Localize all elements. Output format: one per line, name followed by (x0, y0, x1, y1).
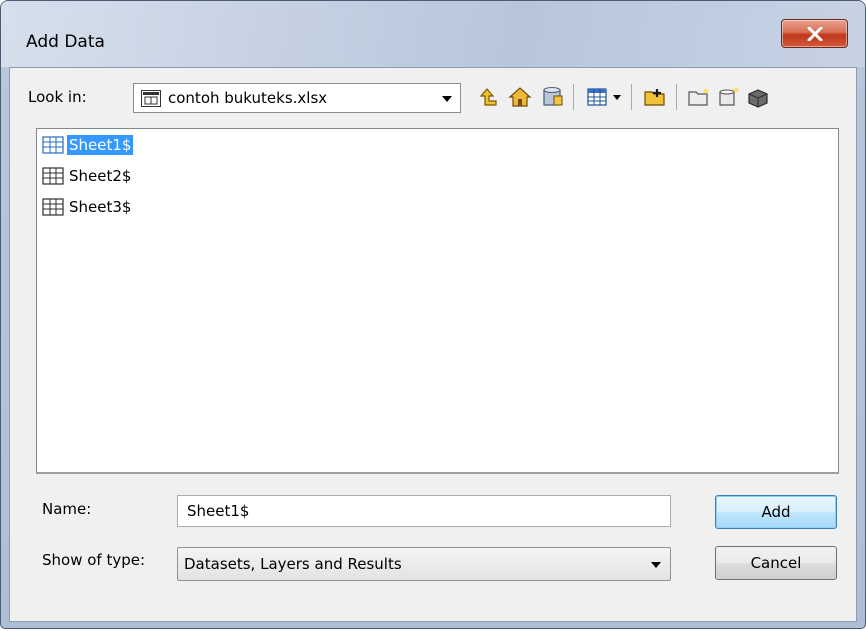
excel-file-icon (141, 90, 161, 107)
toolbar-separator (676, 84, 677, 110)
table-icon (42, 167, 64, 185)
cancel-button[interactable]: Cancel (715, 546, 837, 580)
name-label: Name: (42, 500, 92, 518)
home-button[interactable] (507, 83, 533, 111)
new-toolbox-button[interactable] (745, 83, 771, 111)
catalog-button[interactable] (540, 83, 566, 111)
chevron-down-icon (651, 562, 661, 568)
list-item[interactable]: Sheet3$ (42, 195, 133, 219)
new-folder-icon (688, 88, 709, 106)
look-in-dropdown[interactable]: contoh bukuteks.xlsx (133, 83, 461, 113)
view-button[interactable] (584, 83, 610, 111)
list-item[interactable]: Sheet2$ (42, 164, 133, 188)
close-button[interactable] (781, 19, 848, 48)
chevron-down-icon (442, 96, 452, 102)
up-one-level-button[interactable] (475, 83, 501, 111)
close-icon (807, 26, 822, 41)
show-of-type-label: Show of type: (42, 551, 146, 569)
toolbar-separator (573, 84, 574, 110)
dialog-body: Look in: contoh bukuteks.xlsx Sheet1$ Sh… (9, 67, 857, 622)
up-one-level-icon (479, 88, 497, 106)
list-item-label: Sheet3$ (69, 198, 132, 216)
name-input[interactable]: Sheet1$ (177, 495, 671, 527)
new-toolbox-icon (748, 89, 768, 108)
table-icon (42, 198, 64, 216)
chevron-down-icon (613, 94, 621, 100)
connect-folder-icon (644, 89, 665, 106)
file-list[interactable]: Sheet1$ Sheet2$ Sheet3$ (36, 128, 839, 474)
connect-folder-button[interactable] (642, 83, 668, 111)
table-icon (42, 136, 64, 154)
catalog-icon (543, 87, 563, 106)
show-of-type-dropdown[interactable]: Datasets, Layers and Results (177, 547, 671, 581)
list-item-label: Sheet2$ (69, 167, 132, 185)
window-title: Add Data (26, 32, 105, 52)
title-bar[interactable]: Add Data (1, 1, 865, 67)
new-geodatabase-button[interactable] (716, 83, 742, 111)
look-in-label: Look in: (28, 88, 87, 106)
name-input-value: Sheet1$ (187, 502, 250, 520)
list-item-label: Sheet1$ (67, 135, 134, 155)
view-menu-icon (587, 88, 607, 106)
dialog-window: Add Data Look in: contoh bukuteks.xlsx S… (0, 0, 866, 629)
add-button[interactable]: Add (715, 495, 837, 529)
list-item[interactable]: Sheet1$ (42, 133, 134, 157)
show-of-type-value: Datasets, Layers and Results (184, 555, 402, 573)
view-dropdown-button[interactable] (610, 83, 624, 111)
new-geodatabase-icon (719, 87, 739, 106)
look-in-value: contoh bukuteks.xlsx (168, 89, 328, 107)
toolbar-separator (631, 84, 632, 110)
new-folder-button[interactable] (686, 83, 712, 111)
home-icon (508, 87, 532, 107)
